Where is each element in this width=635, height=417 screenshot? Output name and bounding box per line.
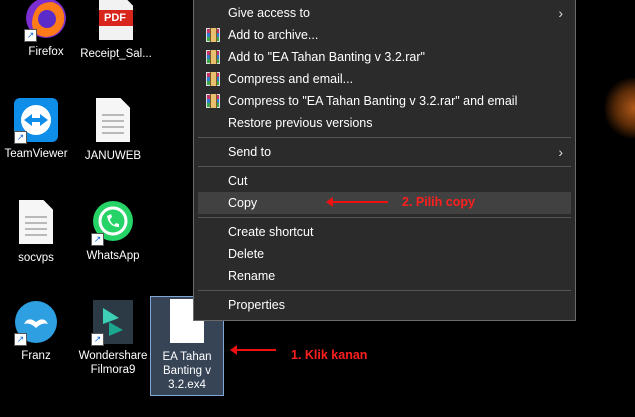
annotation-arrow xyxy=(326,197,388,207)
chevron-right-icon: › xyxy=(558,5,563,21)
menu-item-give-access[interactable]: Give access to › xyxy=(198,2,571,24)
menu-item-label: Properties xyxy=(228,298,285,312)
menu-item-copy[interactable]: Copy xyxy=(198,192,571,214)
menu-item-label: Restore previous versions xyxy=(228,116,373,130)
menu-item-label: Add to "EA Tahan Banting v 3.2.rar" xyxy=(228,50,425,64)
menu-item-send-to[interactable]: Send to › xyxy=(198,141,571,163)
menu-item-label: Send to xyxy=(228,145,272,159)
menu-separator xyxy=(198,290,571,291)
menu-item-label: Give access to xyxy=(228,6,310,20)
icon-label: EA Tahan Banting v 3.2.ex4 xyxy=(162,351,212,391)
annotation-step-2: 2. Pilih copy xyxy=(402,195,475,209)
shortcut-arrow-icon: ↗ xyxy=(24,29,37,42)
icon-label: WhatsApp xyxy=(86,250,140,262)
menu-item-add-to-rar[interactable]: Add to "EA Tahan Banting v 3.2.rar" xyxy=(198,46,571,68)
menu-item-delete[interactable]: Delete xyxy=(198,243,571,265)
menu-item-label: Rename xyxy=(228,269,276,283)
menu-item-label: Cut xyxy=(228,174,248,188)
menu-item-label: Compress to "EA Tahan Banting v 3.2.rar"… xyxy=(228,94,518,108)
menu-separator xyxy=(198,166,571,167)
icon-label: TeamViewer xyxy=(4,148,68,160)
icon-label: Franz xyxy=(21,350,51,362)
desktop-icon-franz[interactable]: ↗ Franz xyxy=(0,298,76,363)
document-icon xyxy=(12,200,60,248)
desktop-icon-receipt[interactable]: PDF Receipt_Sal... xyxy=(76,0,156,61)
background-glow xyxy=(605,78,635,138)
icon-label: JANUWEB xyxy=(84,150,142,162)
icon-label: Firefox xyxy=(28,46,64,58)
icon-label: Wondershare Filmora9 xyxy=(78,350,148,376)
menu-item-label: Delete xyxy=(228,247,265,261)
menu-item-label: Copy xyxy=(228,196,258,210)
menu-item-rename[interactable]: Rename xyxy=(198,265,571,287)
chevron-right-icon: › xyxy=(558,144,563,160)
shortcut-arrow-icon: ↗ xyxy=(91,233,104,246)
desktop-icon-januweb[interactable]: JANUWEB xyxy=(73,96,153,163)
desktop-icon-socvps[interactable]: socvps xyxy=(0,198,76,265)
menu-item-restore-previous-versions[interactable]: Restore previous versions xyxy=(198,112,571,134)
icon-label: socvps xyxy=(18,252,54,264)
filmora-icon: ↗ xyxy=(89,298,137,346)
desktop-icon-filmora[interactable]: ↗ Wondershare Filmora9 xyxy=(73,298,153,377)
desktop-icon-teamviewer[interactable]: ↗ TeamViewer xyxy=(0,96,76,161)
whatsapp-icon: ↗ xyxy=(89,198,137,246)
winrar-icon xyxy=(206,72,220,86)
teamviewer-icon: ↗ xyxy=(12,96,60,144)
franz-icon: ↗ xyxy=(12,298,60,346)
shortcut-arrow-icon: ↗ xyxy=(14,333,27,346)
icon-label: Receipt_Sal... xyxy=(80,48,152,60)
firefox-icon: ↗ xyxy=(22,0,70,42)
menu-separator xyxy=(198,137,571,138)
pdf-badge: PDF xyxy=(99,10,133,26)
annotation-arrow xyxy=(230,345,276,355)
menu-item-label: Add to archive... xyxy=(228,28,319,42)
shortcut-arrow-icon: ↗ xyxy=(14,131,27,144)
menu-item-label: Compress and email... xyxy=(228,72,354,86)
pdf-icon: PDF xyxy=(92,0,140,44)
desktop-icon-whatsapp[interactable]: ↗ WhatsApp xyxy=(73,198,153,263)
shortcut-arrow-icon: ↗ xyxy=(91,333,104,346)
menu-item-add-to-archive[interactable]: Add to archive... xyxy=(198,24,571,46)
winrar-icon xyxy=(206,28,220,42)
desktop-icon-firefox[interactable]: ↗ Firefox xyxy=(6,0,86,59)
menu-item-cut[interactable]: Cut xyxy=(198,170,571,192)
menu-item-compress-and-email[interactable]: Compress and email... xyxy=(198,68,571,90)
menu-separator xyxy=(198,217,571,218)
winrar-icon xyxy=(206,50,220,64)
menu-item-label: Create shortcut xyxy=(228,225,314,239)
menu-item-properties[interactable]: Properties xyxy=(198,294,571,316)
annotation-step-1: 1. Klik kanan xyxy=(291,348,368,362)
menu-item-compress-to-rar-and-email[interactable]: Compress to "EA Tahan Banting v 3.2.rar"… xyxy=(198,90,571,112)
winrar-icon xyxy=(206,94,220,108)
context-menu: Give access to › Add to archive... Add t… xyxy=(193,0,576,321)
menu-item-create-shortcut[interactable]: Create shortcut xyxy=(198,221,571,243)
document-icon xyxy=(89,98,137,146)
